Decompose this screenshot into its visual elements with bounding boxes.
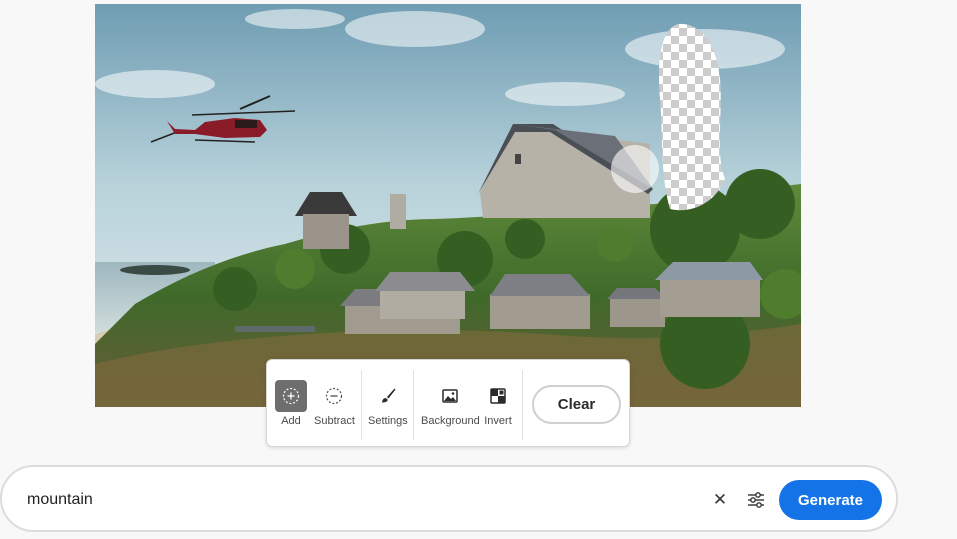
invert-tool-label: Invert [484,415,512,427]
image-canvas[interactable] [95,4,801,407]
brush-icon [372,380,404,412]
close-icon[interactable]: ✕ [709,487,731,513]
subtract-tool-label: Subtract [314,415,355,427]
prompt-input[interactable] [27,485,627,515]
settings-tool-label: Settings [368,415,408,427]
app-stage: Add Subtract Settings Background Invert … [0,0,957,539]
background-tool-label: Background [421,415,480,427]
invert-icon [482,380,514,412]
add-tool-label: Add [281,415,301,427]
prompt-bar: ✕ Generate [0,465,898,532]
subtract-tool[interactable]: Subtract [314,380,355,427]
image-icon [434,380,466,412]
toolbar-divider [413,370,414,440]
settings-tool[interactable]: Settings [368,380,408,427]
invert-tool[interactable]: Invert [482,380,514,427]
selection-toolbar: Add Subtract Settings Background Invert … [266,359,630,447]
toolbar-divider [522,370,523,440]
sliders-icon[interactable] [744,487,768,513]
toolbar-divider [361,370,362,440]
generate-button[interactable]: Generate [779,480,882,520]
add-selection-icon [275,380,307,412]
add-tool[interactable]: Add [275,380,307,427]
subtract-selection-icon [318,380,350,412]
background-tool[interactable]: Background [421,380,480,427]
clear-button[interactable]: Clear [532,385,621,424]
